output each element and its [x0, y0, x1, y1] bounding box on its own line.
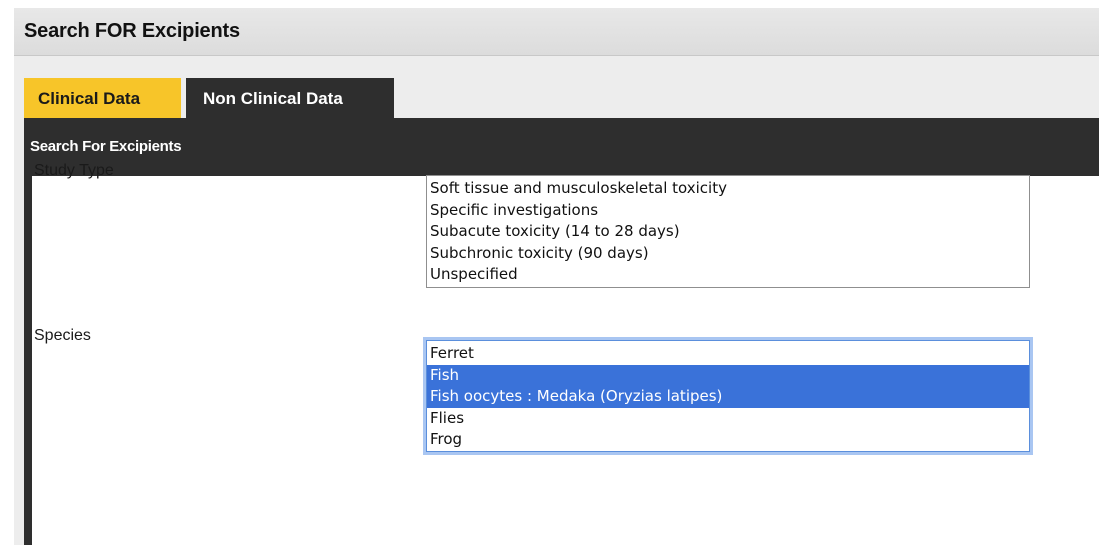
- species-listbox[interactable]: Ferret Fish Fish oocytes : Medaka (Oryzi…: [426, 340, 1030, 452]
- study-type-listbox[interactable]: Soft tissue and musculoskeletal toxicity…: [426, 175, 1030, 288]
- study-type-option[interactable]: Subchronic toxicity (90 days): [427, 243, 1029, 265]
- tab-non-clinical-data[interactable]: Non Clinical Data: [186, 78, 394, 118]
- study-type-option[interactable]: Soft tissue and musculoskeletal toxicity: [427, 178, 1029, 200]
- study-type-option[interactable]: Subacute toxicity (14 to 28 days): [427, 221, 1029, 243]
- content-area: Clinical Data Non Clinical Data Search F…: [14, 56, 1099, 545]
- study-type-option[interactable]: Unspecified: [427, 264, 1029, 286]
- species-option[interactable]: Fish oocytes : Medaka (Oryzias latipes): [427, 386, 1029, 408]
- search-excipients-page: Search FOR Excipients Clinical Data Non …: [0, 0, 1099, 545]
- title-bar: Search FOR Excipients: [14, 8, 1099, 56]
- species-option[interactable]: Ferret: [427, 343, 1029, 365]
- tab-clinical-data[interactable]: Clinical Data: [24, 78, 181, 118]
- species-label: Species: [34, 327, 91, 344]
- study-type-option[interactable]: Specific investigations: [427, 200, 1029, 222]
- page-title: Search FOR Excipients: [24, 20, 240, 42]
- study-type-label: Study Type: [34, 162, 114, 179]
- species-option[interactable]: Frog: [427, 429, 1029, 451]
- species-option[interactable]: Flies: [427, 408, 1029, 430]
- section-header: Search For Excipients: [24, 118, 1099, 176]
- species-option[interactable]: Fish: [427, 364, 1029, 386]
